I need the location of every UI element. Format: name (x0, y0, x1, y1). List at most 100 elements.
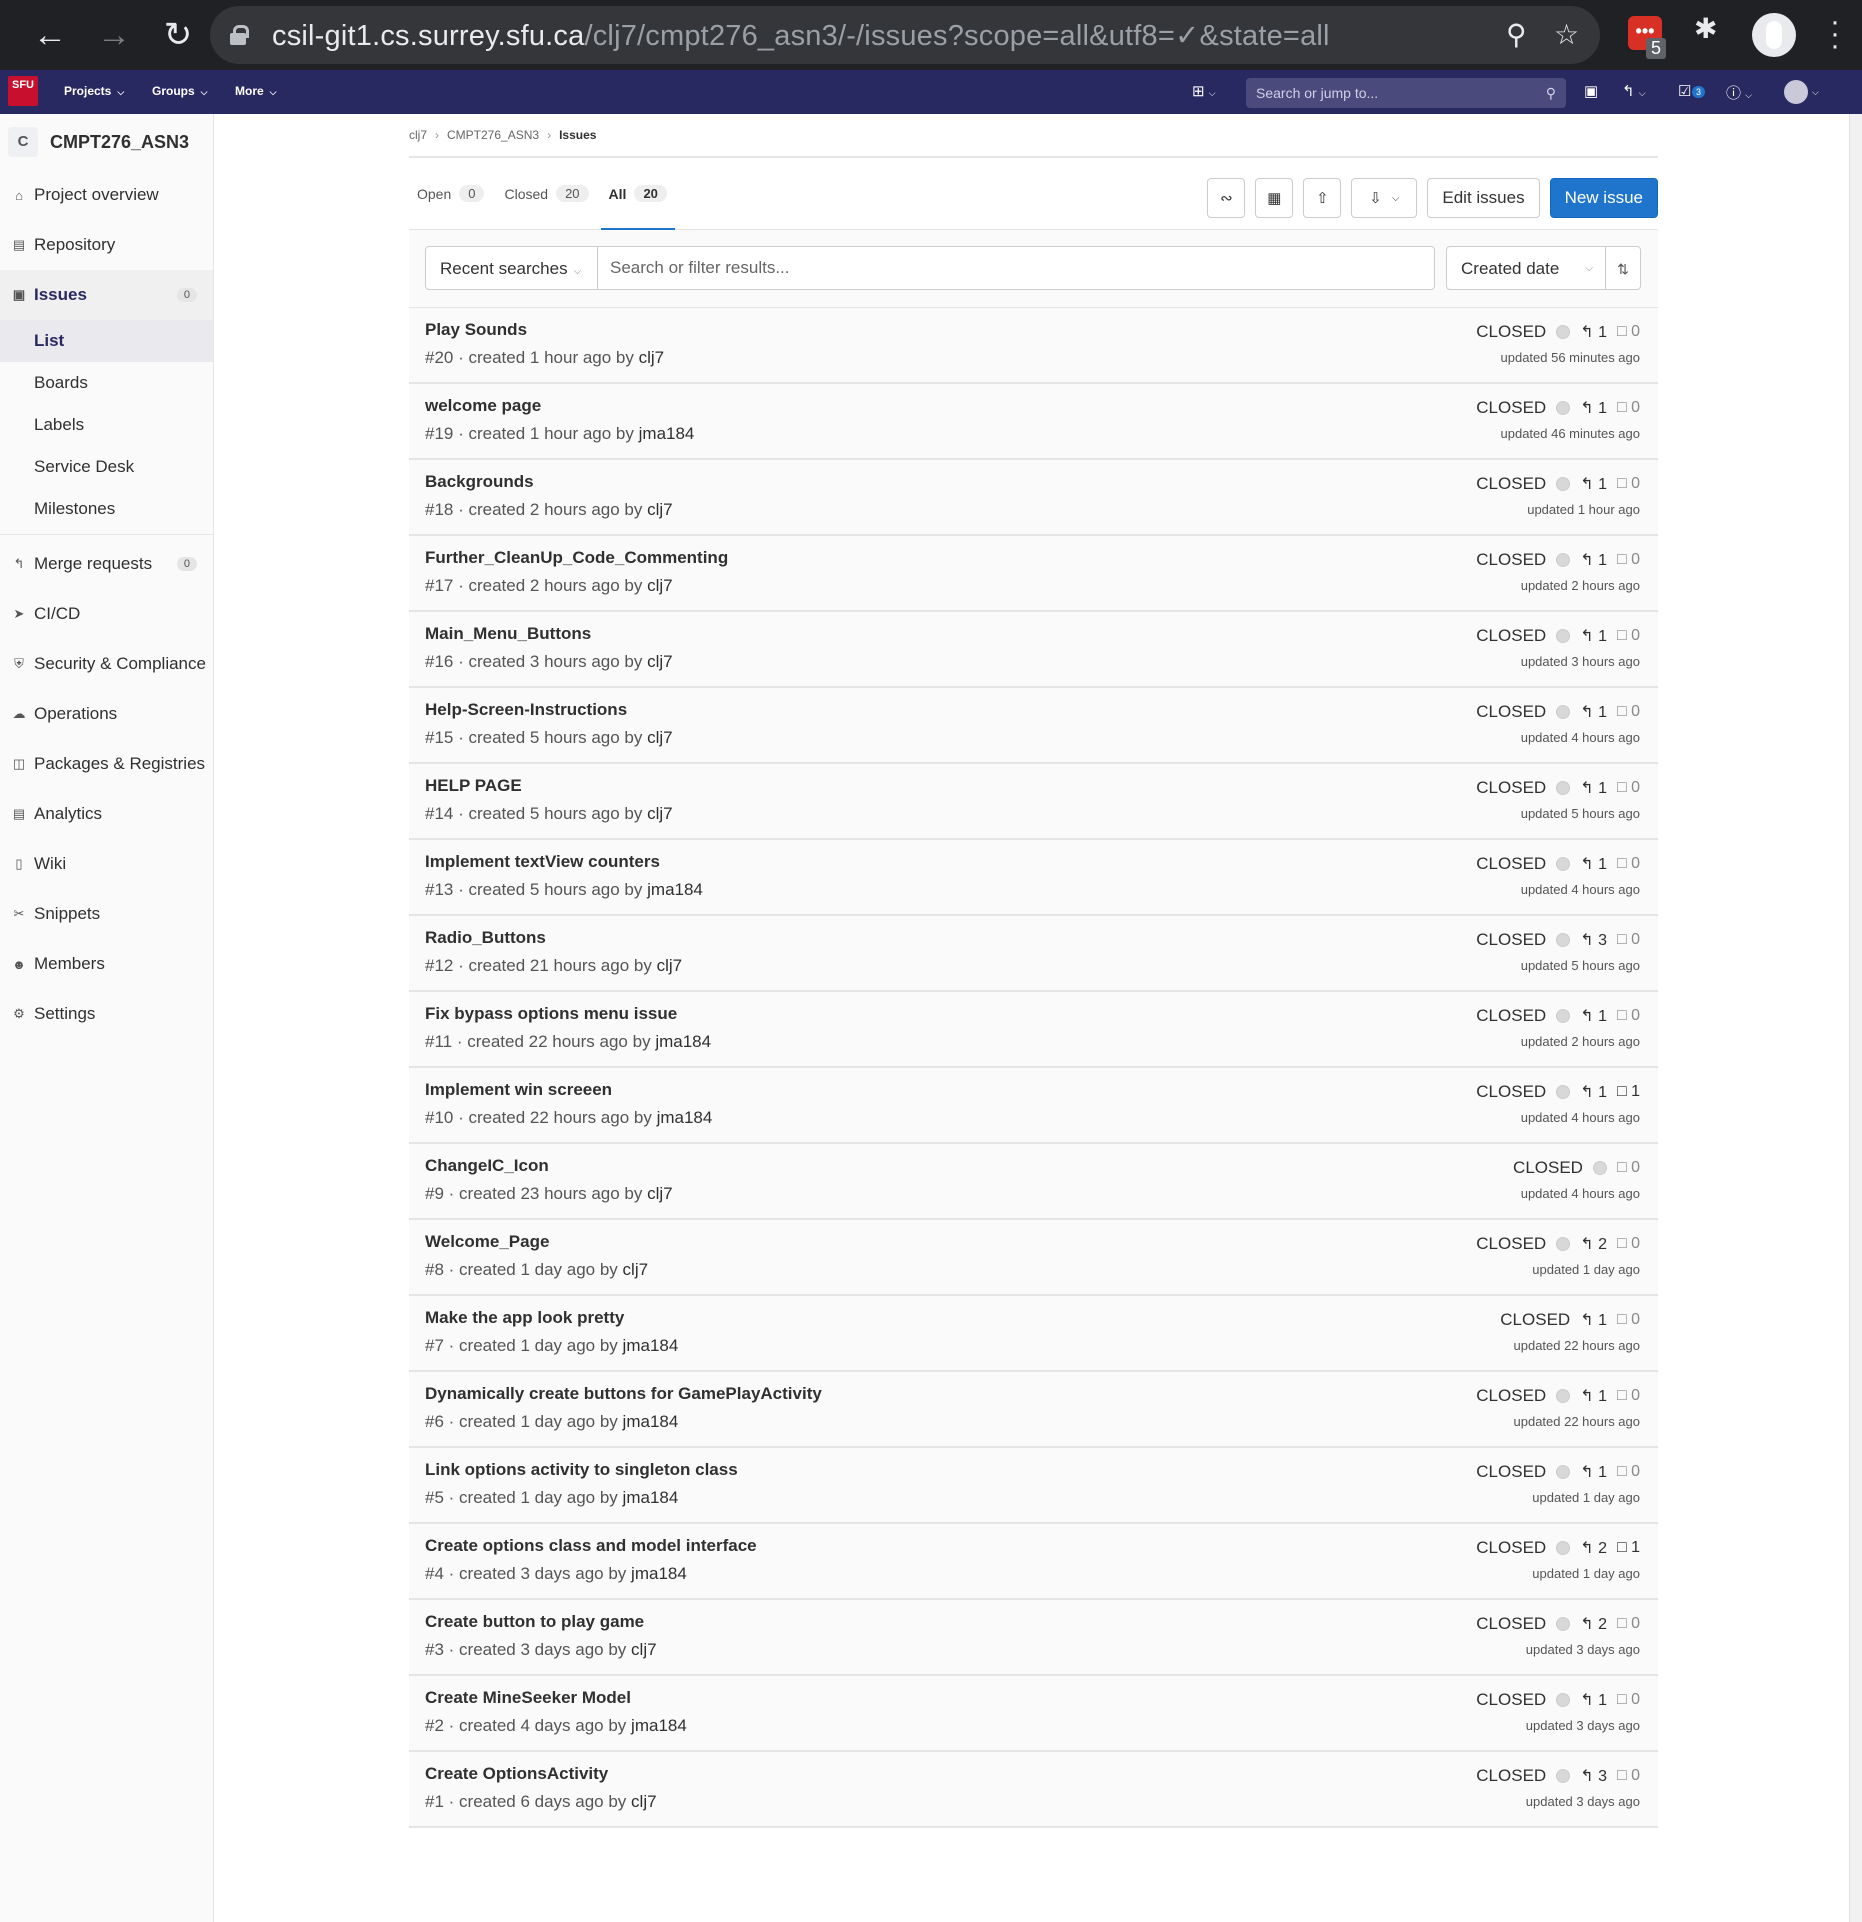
issue-title[interactable]: Main_Menu_Buttons (425, 624, 591, 644)
issue-row[interactable]: Backgrounds #18 · created 2 hours ago by … (409, 460, 1658, 536)
issue-row[interactable]: HELP PAGE #14 · created 5 hours ago by cl… (409, 764, 1658, 840)
comment-count[interactable]: □ 0 (1617, 703, 1640, 721)
merge-request-count[interactable]: ↰ 1 (1580, 1386, 1607, 1406)
assignee-avatar[interactable] (1556, 629, 1571, 643)
issue-author[interactable]: jma184 (631, 1564, 687, 1583)
merge-request-count[interactable]: ↰ 1 (1580, 702, 1607, 722)
merge-request-count[interactable]: ↰ 1 (1580, 1690, 1607, 1710)
issue-row[interactable]: Further_CleanUp_Code_Commenting #17 · cre… (409, 536, 1658, 612)
issue-title[interactable]: Create button to play game (425, 1612, 644, 1632)
merge-request-count[interactable]: ↰ 1 (1580, 626, 1607, 646)
reload-icon[interactable]: ↻ (146, 15, 210, 55)
zoom-icon[interactable]: ⚲ (1506, 18, 1527, 51)
sidebar-item-analytics[interactable]: ▤ Analytics (0, 789, 213, 839)
issue-row[interactable]: Fix bypass options menu issue #11 · creat… (409, 992, 1658, 1068)
issue-author[interactable]: clj7 (647, 728, 673, 747)
user-avatar[interactable] (1784, 80, 1808, 104)
project-header[interactable]: C CMPT276_ASN3 (0, 114, 213, 170)
comment-count[interactable]: □ 0 (1617, 323, 1640, 341)
puzzle-icon[interactable]: ✱ (1694, 12, 1717, 45)
sidebar-item-project-overview[interactable]: ⌂ Project overview (0, 170, 213, 220)
issue-author[interactable]: jma184 (647, 880, 703, 899)
issue-title[interactable]: welcome page (425, 396, 541, 416)
issue-row[interactable]: Implement win screeen #10 · created 22 ho… (409, 1068, 1658, 1144)
merge-request-count[interactable]: ↰ 1 (1580, 778, 1607, 798)
issue-author[interactable]: clj7 (647, 1184, 673, 1203)
comment-count[interactable]: □ 0 (1617, 1767, 1640, 1785)
breadcrumb-owner[interactable]: clj7 (409, 128, 427, 142)
comment-count[interactable]: □ 1 (1617, 1539, 1640, 1557)
import-dropdown[interactable]: ⇩ ⌵ (1351, 178, 1418, 218)
comment-count[interactable]: □ 0 (1617, 475, 1640, 493)
assignee-avatar[interactable] (1556, 1009, 1571, 1023)
issue-author[interactable]: jma184 (631, 1716, 687, 1735)
comment-count[interactable]: □ 0 (1617, 1159, 1640, 1177)
merge-request-count[interactable]: ↰ 3 (1580, 930, 1607, 950)
comment-count[interactable]: □ 0 (1617, 1691, 1640, 1709)
issue-author[interactable]: jma184 (623, 1336, 679, 1355)
issue-row[interactable]: Main_Menu_Buttons #16 · created 3 hours a… (409, 612, 1658, 688)
address-bar[interactable]: csil-git1.cs.surrey.sfu.ca/clj7/cmpt276_… (210, 6, 1600, 64)
issue-title[interactable]: Make the app look pretty (425, 1308, 624, 1328)
assignee-avatar[interactable] (1556, 933, 1571, 947)
issue-title[interactable]: HELP PAGE (425, 776, 522, 796)
assignee-avatar[interactable] (1556, 1237, 1571, 1251)
sidebar-subitem-milestones[interactable]: Milestones (0, 488, 213, 530)
back-arrow-icon[interactable]: ← (18, 16, 82, 55)
assignee-avatar[interactable] (1556, 553, 1571, 567)
issue-row[interactable]: Implement textView counters #13 · created… (409, 840, 1658, 916)
merge-request-count[interactable]: ↰ 2 (1580, 1538, 1607, 1558)
comment-count[interactable]: □ 0 (1617, 779, 1640, 797)
chevron-down-icon[interactable]: ⌵ (1812, 87, 1819, 98)
comment-count[interactable]: □ 0 (1617, 1311, 1640, 1329)
comment-count[interactable]: □ 0 (1617, 1235, 1640, 1253)
filter-search-input[interactable]: Search or filter results... (597, 246, 1435, 290)
help-icon[interactable]: ⓘ ⌵ (1726, 82, 1752, 103)
recent-searches-dropdown[interactable]: Recent searches ⌵ (425, 246, 598, 290)
edit-issues-button[interactable]: Edit issues (1427, 178, 1540, 218)
issue-title[interactable]: Further_CleanUp_Code_Commenting (425, 548, 728, 568)
issue-row[interactable]: Radio_Buttons #12 · created 21 hours ago … (409, 916, 1658, 992)
issue-row[interactable]: ChangeIC_Icon #9 · created 23 hours ago b… (409, 1144, 1658, 1220)
calendar-button[interactable]: ▦ (1255, 178, 1294, 218)
issue-author[interactable]: jma184 (623, 1412, 679, 1431)
profile-avatar[interactable] (1752, 13, 1796, 57)
issue-row[interactable]: welcome page #19 · created 1 hour ago by … (409, 384, 1658, 460)
assignee-avatar[interactable] (1556, 1085, 1571, 1099)
comment-count[interactable]: □ 0 (1617, 1387, 1640, 1405)
issue-title[interactable]: Link options activity to singleton class (425, 1460, 738, 1480)
sfu-logo[interactable]: SFU (8, 76, 38, 106)
assignee-avatar[interactable] (1556, 857, 1571, 871)
issue-author[interactable]: jma184 (639, 424, 695, 443)
sidebar-item-repository[interactable]: ▤ Repository (0, 220, 213, 270)
projects-menu[interactable]: Projects ⌵ (64, 84, 124, 98)
sidebar-item-wiki[interactable]: ▯ Wiki (0, 839, 213, 889)
assignee-avatar[interactable] (1556, 325, 1571, 339)
sidebar-subitem-boards[interactable]: Boards (0, 362, 213, 404)
sidebar-item-merge-requests[interactable]: ↰ Merge requests 0 (0, 539, 213, 589)
merge-request-count[interactable]: ↰ 1 (1580, 550, 1607, 570)
assignee-avatar[interactable] (1556, 1465, 1571, 1479)
assignee-avatar[interactable] (1556, 1541, 1571, 1555)
sidebar-item-settings[interactable]: ⚙ Settings (0, 989, 213, 1039)
comment-count[interactable]: □ 0 (1617, 931, 1640, 949)
breadcrumb-current[interactable]: Issues (559, 128, 596, 142)
issue-row[interactable]: Link options activity to singleton class… (409, 1448, 1658, 1524)
comment-count[interactable]: □ 0 (1617, 1007, 1640, 1025)
sidebar-item-cicd[interactable]: ➤ CI/CD (0, 589, 213, 639)
issue-title[interactable]: ChangeIC_Icon (425, 1156, 549, 1176)
issue-title[interactable]: Help-Screen-Instructions (425, 700, 627, 720)
sidebar-subitem-list[interactable]: List (0, 320, 213, 362)
issue-author[interactable]: jma184 (657, 1108, 713, 1127)
breadcrumb-project[interactable]: CMPT276_ASN3 (447, 128, 539, 142)
merge-request-count[interactable]: ↰ 2 (1580, 1614, 1607, 1634)
merge-request-count[interactable]: ↰ 1 (1580, 474, 1607, 494)
comment-count[interactable]: □ 0 (1617, 1463, 1640, 1481)
tab-all[interactable]: All 20 (600, 158, 676, 230)
assignee-avatar[interactable] (1556, 401, 1571, 415)
groups-menu[interactable]: Groups ⌵ (152, 84, 208, 98)
issue-author[interactable]: clj7 (639, 348, 665, 367)
sort-dropdown[interactable]: Created date ⌵ (1446, 246, 1606, 290)
issue-title[interactable]: Fix bypass options menu issue (425, 1004, 677, 1024)
merge-request-count[interactable]: ↰ 1 (1580, 398, 1607, 418)
